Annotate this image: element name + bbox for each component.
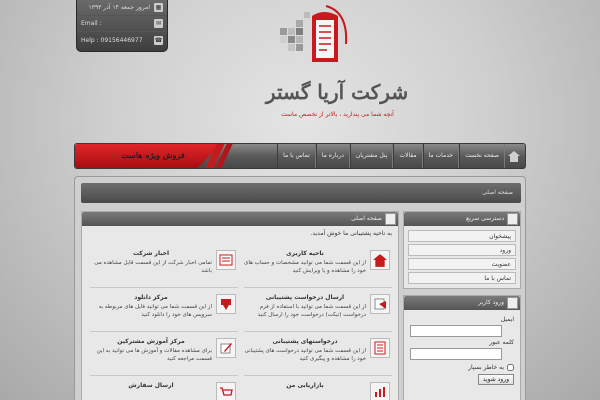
quick-link-register[interactable]: عضویت (408, 258, 516, 270)
main-panel-title: صفحه اصلی (351, 215, 382, 222)
promo-label[interactable]: فروش ویژه هاست (103, 150, 203, 160)
card-title: بازاریابی من (286, 382, 324, 389)
list-icon (370, 338, 390, 358)
download-icon (216, 294, 236, 314)
main-navbar: فروش ویژه هاست صفحه نخست خدمات ما مقالات… (74, 143, 526, 169)
card-desc: از این قسمت شما می توانید فایل های مربوط… (98, 304, 212, 318)
email-label: Email : (81, 20, 102, 27)
news-icon (216, 250, 236, 270)
info-box: امروز جمعه ۱۴ آذر ۱۳۹۳ ▦ Email : ✉ Help … (76, 0, 168, 52)
ticket-icon (370, 294, 390, 314)
card-title: مرکز آموزش مشترکین (117, 338, 185, 345)
login-button[interactable]: ورود شوید (477, 374, 514, 385)
document-icon (385, 213, 396, 225)
nav-item-customer-panel[interactable]: پنل مشتریان (349, 144, 394, 168)
breadcrumb: صفحه اصلی (81, 183, 521, 203)
quick-access-header: دسترسی سریع (404, 212, 520, 226)
remember-checkbox[interactable] (507, 364, 514, 371)
nav-item-home[interactable]: صفحه نخست (459, 144, 505, 168)
password-input[interactable] (410, 348, 502, 360)
card-send-order[interactable]: ارسال سفارش (90, 380, 238, 400)
email-row[interactable]: Email : ✉ (77, 16, 167, 32)
quick-access-panel: دسترسی سریع پیشخوان ورود عضویت تماس با م… (403, 211, 521, 289)
card-title: ناحیه کاربری (286, 250, 324, 257)
company-logo[interactable] (272, 4, 362, 84)
card-title: اخبار شرکت (132, 250, 170, 257)
card-desc: از این قسمت شما می توانید مشخصات و حساب … (244, 260, 366, 274)
card-my-marketing[interactable]: بازاریابی من (244, 380, 392, 400)
user-icon (507, 297, 518, 309)
phone-icon: ☎ (154, 35, 163, 45)
nav-items: صفحه نخست خدمات ما مقالات پنل مشتریان در… (277, 144, 523, 168)
welcome-text: به ناحیه پشتیبانی ما خوش آمدید. (310, 230, 392, 237)
card-title: ارسال درخواست پشتیبانی (265, 294, 345, 301)
card-company-news[interactable]: اخبار شرکت تمامی اخبار شرکت از این قسمت … (90, 248, 238, 288)
login-title: ورود کاربر (478, 299, 504, 306)
edit-icon (216, 338, 236, 358)
card-desc: تمامی اخبار شرکت از این قسمت قابل مشاهده… (94, 260, 212, 274)
help-phone: Help : 09156446977 (81, 36, 143, 44)
card-support-requests[interactable]: درخواستهای پشتیبانی از این قسمت شما می ت… (244, 336, 392, 376)
chart-icon (370, 382, 390, 400)
quick-access-title: دسترسی سریع (466, 215, 504, 222)
quick-access-list: پیشخوان ورود عضویت تماس با ما (404, 226, 520, 290)
service-grid: ناحیه کاربری از این قسمت شما می توانید م… (88, 248, 392, 400)
document-icon (507, 213, 518, 225)
main-panel: صفحه اصلی به ناحیه پشتیبانی ما خوش آمدید… (81, 211, 399, 400)
company-slogan: آنچه شما می پندارید ، بالاتر از تخصص ماس… (281, 111, 394, 118)
remember-row: به خاطر بسپار (410, 364, 514, 371)
email-input[interactable] (410, 325, 502, 337)
date-row: امروز جمعه ۱۴ آذر ۱۳۹۳ ▦ (77, 0, 167, 16)
nav-item-services[interactable]: خدمات ما (422, 144, 460, 168)
login-form: ایمیل کلمه عبور به خاطر بسپار ورود شوید (404, 310, 520, 389)
login-header: ورود کاربر (404, 296, 520, 310)
remember-label: به خاطر بسپار (468, 364, 504, 371)
content-container: صفحه اصلی صفحه اصلی به ناحیه پشتیبانی ما… (74, 176, 526, 400)
card-user-area[interactable]: ناحیه کاربری از این قسمت شما می توانید م… (244, 248, 392, 288)
nav-item-about[interactable]: درباره ما (315, 144, 350, 168)
main-panel-header: صفحه اصلی (82, 212, 398, 226)
mail-icon: ✉ (154, 19, 163, 28)
company-name: شرکت آریا گستر (265, 80, 409, 104)
quick-link-contact[interactable]: تماس با ما (408, 272, 516, 284)
card-send-ticket[interactable]: ارسال درخواست پشتیبانی از این قسمت شما م… (244, 292, 392, 332)
card-title: ارسال سفارش (128, 382, 174, 389)
login-panel: ورود کاربر ایمیل کلمه عبور به خاطر بسپار… (403, 295, 521, 400)
card-title: درخواستهای پشتیبانی (272, 338, 338, 345)
nav-item-articles[interactable]: مقالات (393, 144, 423, 168)
card-desc: از این قسمت شما می توانید با استفاده از … (257, 304, 366, 318)
calendar-icon: ▦ (154, 3, 163, 12)
email-label: ایمیل (500, 316, 514, 323)
quick-link-dashboard[interactable]: پیشخوان (408, 230, 516, 242)
quick-link-login[interactable]: ورود (408, 244, 516, 256)
card-download-center[interactable]: مرکز دانلود از این قسمت شما می توانید فا… (90, 292, 238, 332)
help-row[interactable]: Help : 09156446977 ☎ (77, 32, 167, 48)
card-desc: برای مشاهده مقالات و آموزش ها می توانید … (96, 348, 212, 362)
password-label: کلمه عبور (489, 339, 514, 346)
nav-item-contact[interactable]: تماس با ما (277, 144, 316, 168)
logo-graphic (280, 5, 348, 62)
home-icon[interactable] (505, 144, 523, 168)
date-text: امروز جمعه ۱۴ آذر ۱۳۹۳ (88, 4, 151, 11)
cart-icon (216, 382, 236, 400)
home-icon (370, 250, 390, 270)
card-desc: از این قسمت شما می توانید درخواست های پش… (244, 348, 366, 362)
card-title: مرکز دانلود (134, 294, 168, 301)
card-training-center[interactable]: مرکز آموزش مشترکین برای مشاهده مقالات و … (90, 336, 238, 376)
